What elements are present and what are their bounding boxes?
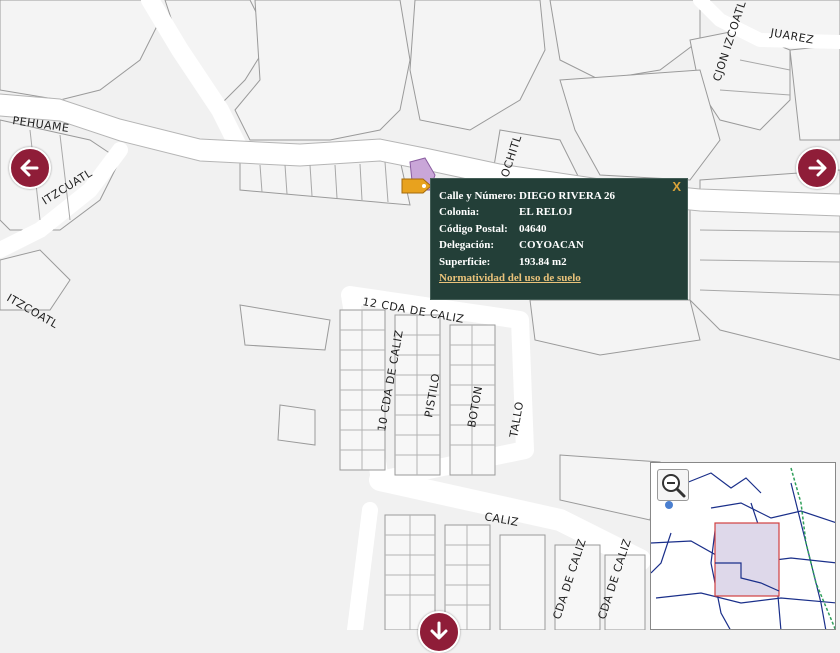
pan-right-button[interactable] [796, 147, 838, 189]
info-label: Calle y Número: [439, 190, 517, 202]
arrow-right-icon [808, 159, 827, 177]
info-label: Código Postal: [439, 223, 508, 235]
close-button[interactable]: X [672, 179, 681, 194]
land-use-regulations-link[interactable]: Normatividad del uso de suelo [439, 272, 581, 284]
info-label: Superficie: [439, 256, 491, 268]
info-value: EL RELOJ [519, 206, 573, 218]
parcel-info-popup: X Calle y Número: DIEGO RIVERA 26 Coloni… [430, 178, 688, 300]
info-value: 04640 [519, 223, 547, 235]
overview-minimap[interactable] [650, 462, 836, 630]
zoom-out-button[interactable] [657, 469, 689, 501]
arrow-left-icon [20, 159, 39, 177]
info-value: 193.84 m2 [519, 256, 567, 268]
minimap-viewport[interactable] [714, 522, 780, 597]
zoom-out-icon [662, 474, 686, 498]
arrow-down-icon [430, 621, 448, 640]
pan-down-button[interactable] [418, 611, 460, 653]
location-tag-icon[interactable] [401, 178, 433, 194]
info-label: Colonia: [439, 206, 480, 218]
info-value: DIEGO RIVERA 26 [519, 190, 615, 202]
info-value: COYOACAN [519, 239, 584, 251]
pan-left-button[interactable] [9, 147, 51, 189]
info-label: Delegación: [439, 239, 494, 251]
